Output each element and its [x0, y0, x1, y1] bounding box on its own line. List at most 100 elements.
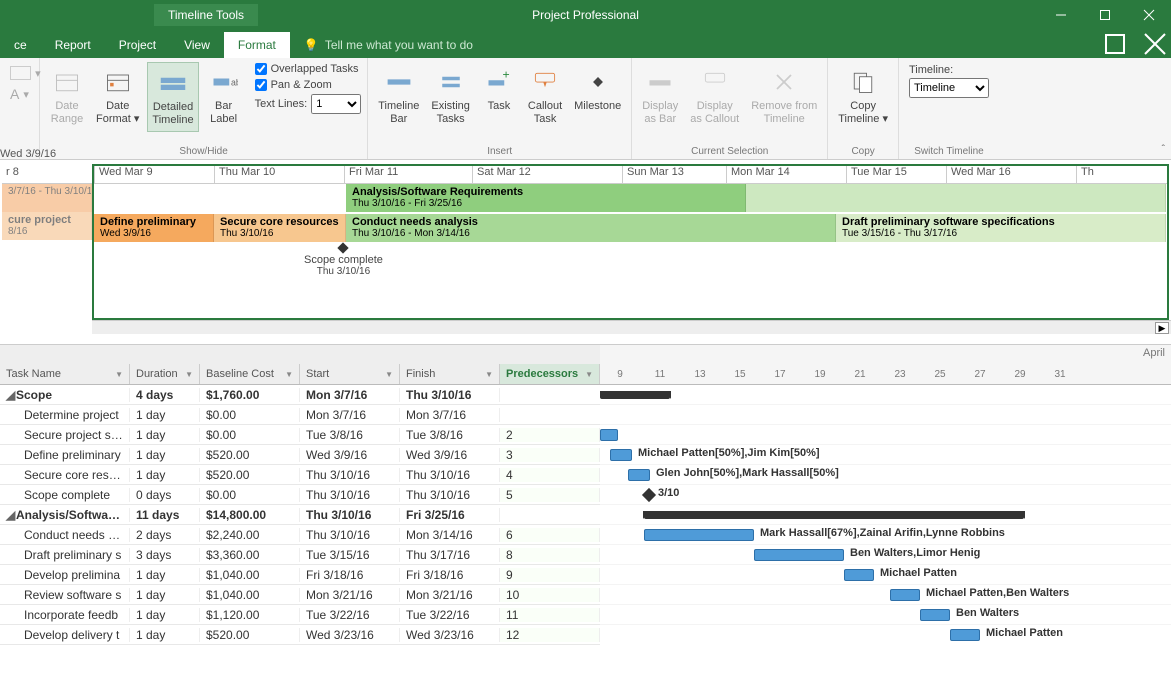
existing-tasks-button[interactable]: Existing Tasks [427, 62, 474, 130]
gantt-bar[interactable] [754, 549, 844, 561]
timeline-bar[interactable]: Draft preliminary software specification… [836, 214, 1166, 242]
display-as-callout-button[interactable]: Display as Callout [686, 62, 743, 130]
table-row[interactable]: Draft preliminary s3 days$3,360.00Tue 3/… [0, 545, 600, 565]
remove-icon [768, 66, 800, 98]
overlapped-tasks-checkbox[interactable]: Overlapped Tasks [255, 62, 362, 76]
table-row[interactable]: Review software s1 day$1,040.00Mon 3/21/… [0, 585, 600, 605]
copy-timeline-button[interactable]: Copy Timeline ▾ [834, 62, 892, 130]
gantt-bar[interactable] [644, 529, 754, 541]
gantt-bar[interactable] [600, 391, 670, 399]
table-row[interactable]: ◢Analysis/Software R11 days$14,800.00Thu… [0, 505, 600, 525]
table-row[interactable]: Develop prelimina1 day$1,040.00Fri 3/18/… [0, 565, 600, 585]
gantt-bar[interactable] [610, 449, 632, 461]
gantt-bar[interactable] [950, 629, 980, 641]
tab-partial[interactable]: ce [0, 32, 41, 58]
date-range-button[interactable]: Date Range [46, 62, 88, 130]
table-row[interactable]: Incorporate feedb1 day$1,120.00Tue 3/22/… [0, 605, 600, 625]
timeline-prev-date: Wed 3/9/16 [0, 148, 56, 160]
gantt-bar-label: Michael Patten[50%],Jim Kim[50%] [638, 447, 820, 459]
gantt-row: Michael Patten,Ben Walters [600, 585, 1171, 605]
detailed-timeline-button[interactable]: Detailed Timeline [147, 62, 198, 132]
gantt-row: Ben Walters,Limor Henig [600, 545, 1171, 565]
col-start[interactable]: Start▼ [300, 364, 400, 384]
dropdown-icon: ▼ [285, 370, 293, 379]
gantt-milestone[interactable] [642, 488, 656, 502]
gantt-bar[interactable] [920, 609, 950, 621]
group-insert: Insert [374, 144, 625, 157]
table-row[interactable]: ◢Scope4 days$1,760.00Mon 3/7/16Thu 3/10/… [0, 385, 600, 405]
gantt-bar[interactable] [890, 589, 920, 601]
timeline-bar-button[interactable]: Timeline Bar [374, 62, 423, 130]
timeline-view[interactable]: r 8 3/7/16 - Thu 3/10/16 cure project 8/… [92, 164, 1169, 320]
close-button[interactable] [1127, 0, 1171, 30]
group-copy: Copy [834, 144, 892, 157]
col-baseline-cost[interactable]: Baseline Cost▼ [200, 364, 300, 384]
timeline-bar[interactable]: Conduct needs analysisThu 3/10/16 - Mon … [346, 214, 836, 242]
timeline-row-1: Analysis/Software RequirementsThu 3/10/1… [94, 184, 1167, 214]
collapse-ribbon-button[interactable]: ˆ [1162, 144, 1165, 155]
table-row[interactable]: Determine project1 day$0.00Mon 3/7/16Mon… [0, 405, 600, 425]
gantt-bar[interactable] [600, 429, 618, 441]
col-task-name[interactable]: Task Name▼ [0, 364, 130, 384]
maximize-button[interactable] [1083, 0, 1127, 30]
task-plus-icon: + [483, 66, 515, 98]
bar-label-button[interactable]: ab Bar Label [203, 62, 245, 130]
timeline-scrollbar[interactable]: ▶ [92, 320, 1171, 334]
title-bar: Timeline Tools Project Professional [0, 0, 1171, 30]
timeline-bar[interactable]: Secure core resourcesThu 3/10/16 [214, 214, 346, 242]
col-predecessors[interactable]: Predecessors▼ [500, 364, 600, 384]
ribbon-tabs: ce Report Project View Format 💡 Tell me … [0, 30, 1171, 58]
callout-task-button[interactable]: Callout Task [524, 62, 566, 130]
gantt-bar-label: Michael Patten [986, 627, 1063, 639]
table-row[interactable]: Scope complete0 days$0.00Thu 3/10/16Thu … [0, 485, 600, 505]
tab-view[interactable]: View [170, 32, 224, 58]
timeline-bar-icon [383, 66, 415, 98]
gantt-day-tick: 19 [800, 369, 840, 380]
doc-close-button[interactable] [1143, 32, 1167, 56]
table-row[interactable]: Secure core resour1 day$520.00Thu 3/10/1… [0, 465, 600, 485]
col-finish[interactable]: Finish▼ [400, 364, 500, 384]
milestone-button[interactable]: Milestone [570, 62, 625, 117]
table-row[interactable]: Secure project spo1 day$0.00Tue 3/8/16Tu… [0, 425, 600, 445]
gantt-day-tick: 13 [680, 369, 720, 380]
app-title: Project Professional [532, 8, 639, 22]
dropdown-icon: ▼ [585, 370, 593, 379]
bar-label-icon: ab [208, 66, 240, 98]
col-duration[interactable]: Duration▼ [130, 364, 200, 384]
switch-timeline-select[interactable]: Timeline [909, 78, 989, 98]
calendar-icon [102, 66, 134, 98]
gantt-month-label: April [1143, 347, 1165, 359]
task-button[interactable]: +Task [478, 62, 520, 117]
timeline-milestone[interactable]: Scope complete Thu 3/10/16 [304, 244, 383, 277]
pan-zoom-checkbox[interactable]: Pan & Zoom [255, 78, 362, 92]
dropdown-icon: ▼ [385, 370, 393, 379]
dropdown-icon: ▼ [185, 370, 193, 379]
scroll-right-icon[interactable]: ▶ [1155, 322, 1169, 334]
display-as-bar-button[interactable]: Display as Bar [638, 62, 682, 130]
gantt-row: 3/10 [600, 485, 1171, 505]
table-row[interactable]: Develop delivery t1 day$520.00Wed 3/23/1… [0, 625, 600, 645]
table-row[interactable]: Define preliminary1 day$520.00Wed 3/9/16… [0, 445, 600, 465]
gantt-row: Ben Walters [600, 605, 1171, 625]
tell-me-search[interactable]: 💡 Tell me what you want to do [290, 32, 487, 58]
tab-project[interactable]: Project [105, 32, 170, 58]
timeline-day-tick: Th [1076, 166, 1116, 183]
timeline-bar[interactable] [746, 184, 1166, 212]
minimize-button[interactable] [1039, 0, 1083, 30]
table-row[interactable]: Conduct needs ana2 days$2,240.00Thu 3/10… [0, 525, 600, 545]
timeline-bar[interactable]: Define preliminaryWed 3/9/16 [94, 214, 214, 242]
calendar-range-icon [51, 66, 83, 98]
date-format-button[interactable]: Date Format ▾ [92, 62, 143, 130]
tab-format[interactable]: Format [224, 32, 290, 58]
doc-restore-button[interactable] [1103, 32, 1127, 56]
timeline-bar[interactable]: Analysis/Software RequirementsThu 3/10/1… [346, 184, 746, 212]
gantt-row: Mark Hassall[67%],Zainal Arifin,Lynne Ro… [600, 525, 1171, 545]
gantt-bar[interactable] [628, 469, 650, 481]
gantt-chart[interactable]: April 91113151719212325272931 Michael Pa… [600, 345, 1171, 644]
text-lines-select[interactable]: 1 [311, 94, 361, 114]
gantt-bar[interactable] [844, 569, 874, 581]
tab-report[interactable]: Report [41, 32, 105, 58]
remove-from-timeline-button[interactable]: Remove from Timeline [747, 62, 821, 130]
gantt-row [600, 425, 1171, 445]
gantt-bar[interactable] [644, 511, 1024, 519]
